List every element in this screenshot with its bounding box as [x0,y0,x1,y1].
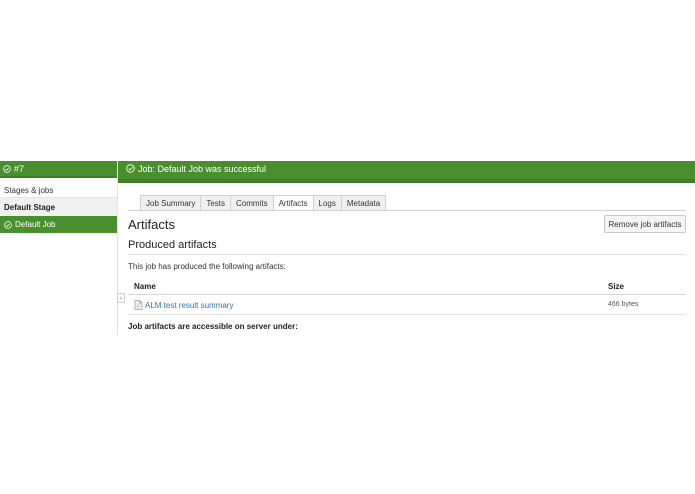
build-number: #7 [14,163,25,174]
table-header-divider [128,294,686,295]
stage-item-default[interactable]: Default Stage [0,198,117,216]
tab-logs[interactable]: Logs [312,195,341,211]
tab-commits[interactable]: Commits [230,195,273,211]
tab-tests[interactable]: Tests [200,195,231,211]
remove-job-artifacts-button[interactable]: Remove job artifacts [604,215,686,233]
artifact-link[interactable]: ALM test result summary [145,301,233,310]
build-header[interactable]: #7 [0,161,117,178]
file-icon [134,300,143,310]
check-circle-icon [3,164,11,173]
page-title: Artifacts [128,217,175,232]
tab-job-summary[interactable]: Job Summary [140,195,201,211]
sidebar-divider [117,161,118,335]
stages-jobs-label: Stages & jobs [0,183,117,198]
tabs-underline [128,210,686,211]
job-item-label: Default Job [15,220,56,229]
check-circle-icon [126,164,135,173]
job-status-text: Job: Default Job was successful [138,164,267,174]
check-circle-icon [4,220,12,229]
job-item-default[interactable]: Default Job [0,216,117,233]
collapse-sidebar-toggle[interactable]: ‹ [117,293,125,303]
artifact-size: 466 bytes [608,301,639,308]
sidebar: #7 Stages & jobs Default Stage Default J… [0,161,117,335]
tab-artifacts[interactable]: Artifacts [272,195,313,211]
job-status-banner: Job: Default Job was successful [118,161,695,183]
table-row-divider [128,314,686,315]
tab-metadata[interactable]: Metadata [340,195,387,211]
chevron-left-icon: ‹ [119,294,123,302]
produced-artifacts-heading: Produced artifacts [128,239,217,251]
server-access-note: Job artifacts are accessible on server u… [128,322,298,331]
divider [128,254,686,255]
column-header-size: Size [608,282,625,291]
column-header-name: Name [134,282,156,291]
job-tabs: Job Summary Tests Commits Artifacts Logs… [140,195,387,211]
artifacts-description: This job has produced the following arti… [128,262,286,271]
